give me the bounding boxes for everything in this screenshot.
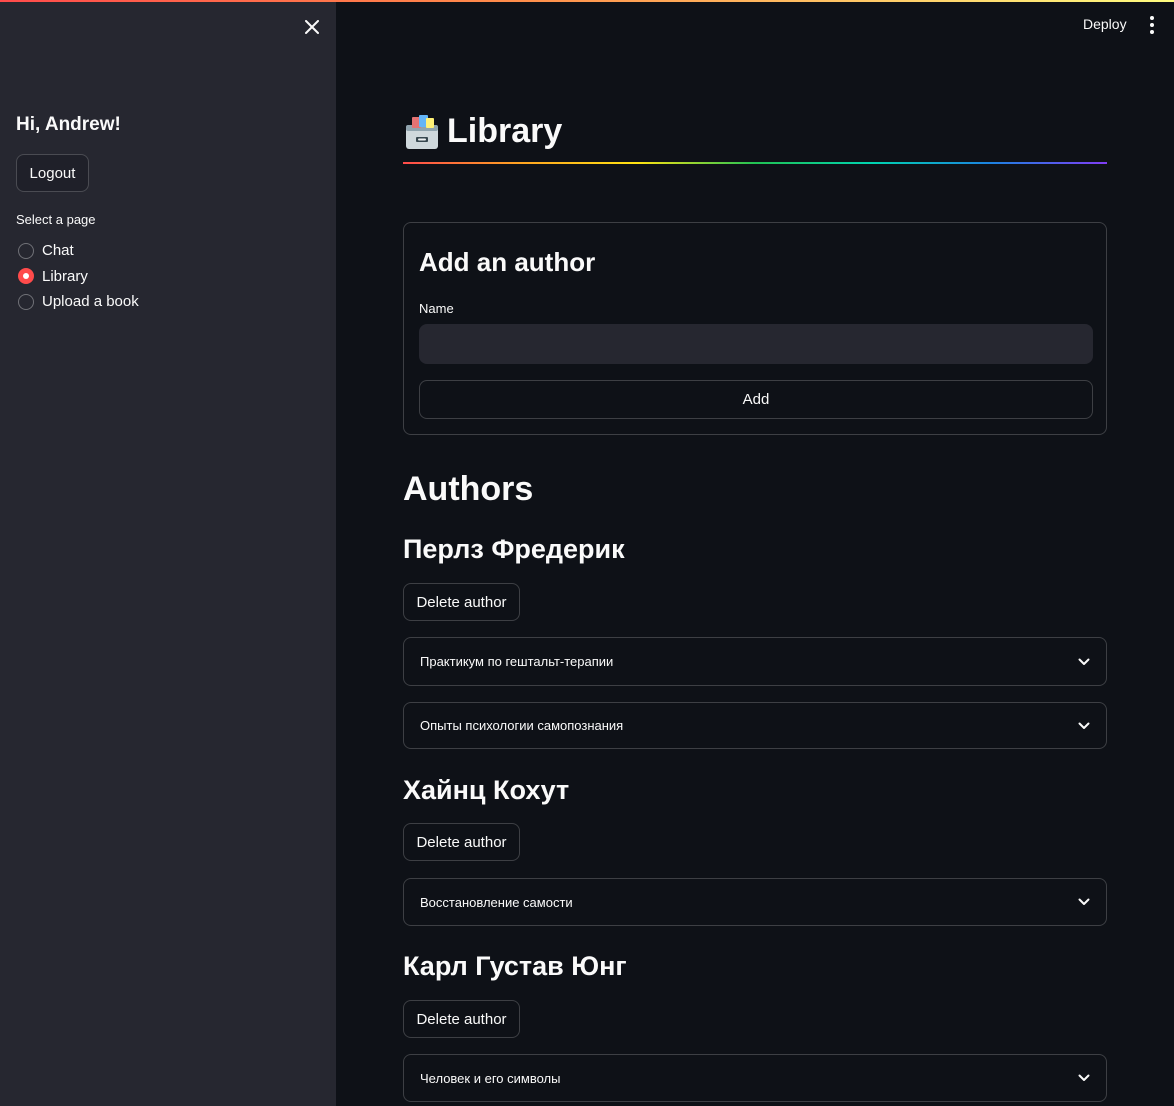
book-expander[interactable]: Опыты психологии самопознания [403, 702, 1107, 749]
book-title: Опыты психологии самопознания [420, 718, 624, 733]
chevron-down-icon [1078, 720, 1090, 732]
close-icon [305, 20, 319, 34]
page-radio-group: Chat Library Upload a book [16, 238, 139, 315]
book-title: Практикум по гештальт-терапии [420, 654, 614, 669]
delete-author-button[interactable]: Delete author [403, 583, 520, 621]
radio-label: Library [42, 267, 88, 285]
name-field-label: Name [419, 301, 454, 316]
book-title: Восстановление самости [420, 894, 573, 910]
book-expander[interactable]: Практикум по гештальт-терапии [403, 637, 1107, 686]
radio-button-unchecked[interactable] [18, 242, 34, 259]
top-decoration-bar [0, 0, 1174, 2]
deploy-button[interactable]: Deploy [1083, 16, 1127, 32]
radio-option-library[interactable]: Library [16, 264, 139, 290]
name-input[interactable] [419, 324, 1093, 364]
add-author-form: Add an author Name Add [403, 222, 1107, 435]
author-name: Перлз Фредерик [403, 534, 625, 564]
close-sidebar-button[interactable] [299, 14, 325, 40]
chevron-down-icon [1078, 1072, 1090, 1084]
radio-option-upload-a-book[interactable]: Upload a book [16, 289, 139, 315]
sidebar: Hi, Andrew! Logout Select a page Chat Li… [0, 0, 336, 1106]
add-button[interactable]: Add [419, 380, 1093, 419]
author-name: Карл Густав Юнг [403, 951, 627, 981]
authors-heading: Authors [403, 470, 534, 508]
page-title: Library [447, 112, 563, 150]
delete-author-button[interactable]: Delete author [403, 823, 520, 861]
radio-button-checked[interactable] [18, 268, 34, 285]
delete-author-button[interactable]: Delete author [403, 1000, 520, 1038]
author-name: Хайнц Кохут [403, 775, 570, 805]
chevron-down-icon [1078, 896, 1090, 908]
card-file-box-icon [406, 114, 438, 149]
radio-label: Upload a book [42, 293, 139, 311]
chevron-down-icon [1078, 656, 1090, 668]
title-divider [403, 162, 1107, 164]
book-expander[interactable]: Восстановление самости [403, 878, 1107, 926]
book-title: Человек и его символы [420, 1070, 561, 1086]
greeting-heading: Hi, Andrew! [16, 114, 121, 135]
radio-option-chat[interactable]: Chat [16, 238, 139, 264]
page-title-row: Library [403, 112, 562, 151]
radio-button-unchecked[interactable] [18, 293, 34, 310]
form-title: Add an author [419, 247, 596, 277]
more-vertical-icon[interactable] [1142, 14, 1162, 36]
page-select-label: Select a page [16, 212, 96, 227]
logout-button[interactable]: Logout [16, 154, 89, 192]
radio-label: Chat [42, 242, 74, 260]
book-expander[interactable]: Человек и его символы [403, 1054, 1107, 1102]
